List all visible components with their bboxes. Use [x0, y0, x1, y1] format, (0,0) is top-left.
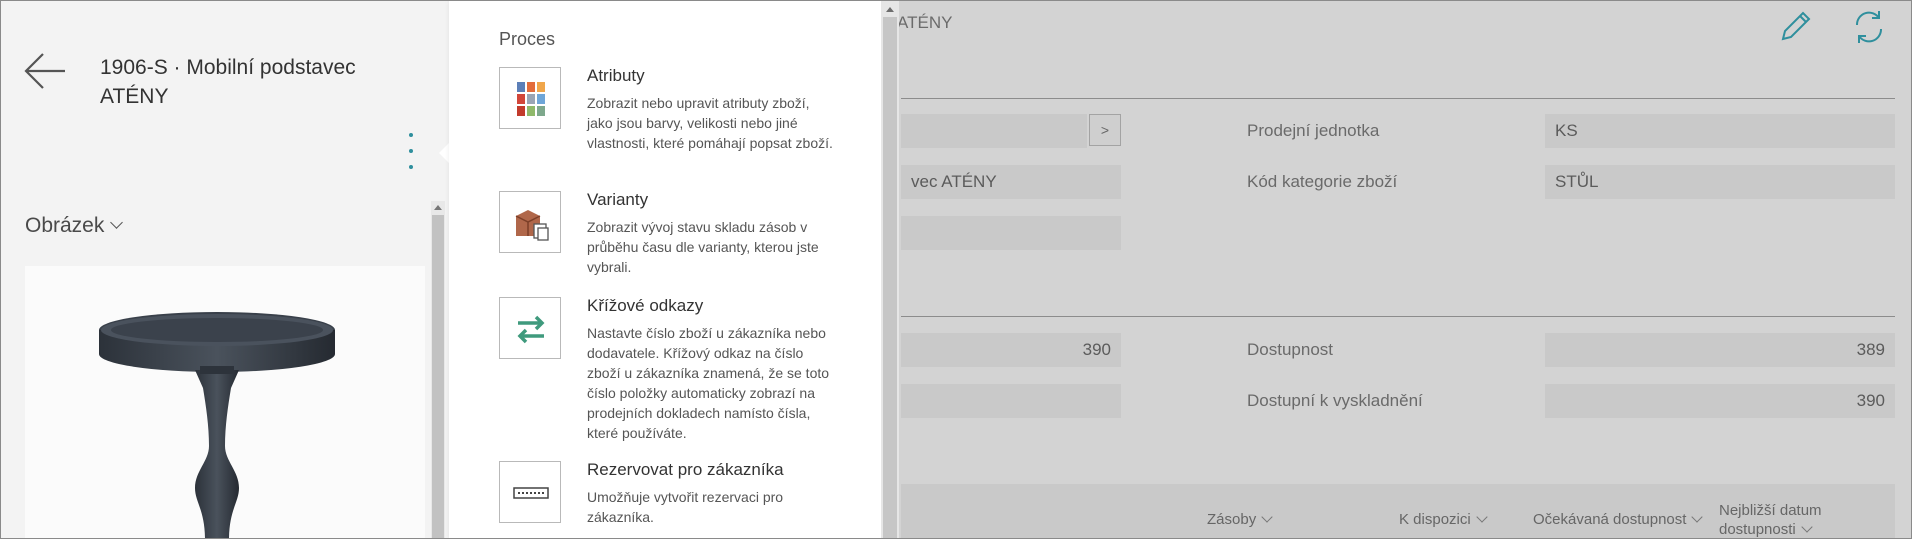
item-number-lookup-button[interactable]: >	[1089, 114, 1121, 146]
menu-item-label: Křížové odkazy	[587, 296, 704, 315]
side-table-image	[99, 312, 335, 538]
reserve-chain-icon	[499, 461, 561, 523]
pane-scrollbar[interactable]	[431, 201, 445, 538]
menu-item-description: Zobrazit vývoj stavu skladu zásob v průb…	[587, 219, 819, 275]
picture-section-header[interactable]: Obrázek	[25, 214, 124, 238]
item-picture	[25, 266, 425, 538]
quantity-field[interactable]: 390	[901, 333, 1121, 367]
description-field[interactable]: vec ATÉNY	[901, 165, 1121, 199]
column-label: Zásoby	[1207, 511, 1257, 528]
chevron-down-icon	[110, 216, 124, 229]
category-field[interactable]: STŮL	[1545, 165, 1895, 199]
column-header-expected[interactable]: Očekávaná dostupnost	[1533, 511, 1704, 528]
section-divider-2	[901, 316, 1895, 317]
extra-field[interactable]	[901, 216, 1121, 250]
menu-item-label: Atributy	[587, 66, 645, 85]
chevron-down-icon	[1691, 511, 1704, 523]
column-header-available[interactable]: K dispozici	[1399, 511, 1488, 528]
availability-label: Dostupnost	[1247, 340, 1333, 359]
unit-field[interactable]: KS	[1545, 114, 1895, 148]
section-label: Obrázek	[25, 214, 105, 237]
detail-pane: 1906-S · Mobilní podstavec ATÉNY Obrázek	[1, 1, 449, 538]
flyout-pointer	[439, 143, 449, 163]
availability-field[interactable]: 389	[1545, 333, 1895, 367]
chevron-down-icon	[1261, 511, 1273, 523]
menu-item-label: Rezervovat pro zákazníka	[587, 460, 784, 479]
item-title: 1906-S · Mobilní podstavec ATÉNY	[100, 56, 356, 108]
chevron-down-icon	[1476, 511, 1488, 523]
column-label: Očekávaná dostupnost	[1533, 511, 1687, 528]
section-divider	[901, 98, 1895, 99]
menu-group-title: Proces	[499, 29, 556, 49]
edit-pencil-icon[interactable]	[1775, 7, 1815, 47]
menu-item-description: Zobrazit nebo upravit atributy zboží, ja…	[587, 95, 833, 151]
menu-scrollbar[interactable]	[881, 1, 899, 538]
column-label: Nejbližší datum	[1719, 502, 1822, 519]
menu-item-description: Umožňuje vytvořit rezervaci pro zákazník…	[587, 489, 784, 525]
menu-item-label: Varianty	[587, 190, 649, 209]
pickable-label: Dostupní k vyskladnění	[1247, 391, 1423, 410]
cross-reference-arrows-icon	[499, 297, 561, 359]
item-number-field[interactable]	[901, 114, 1087, 148]
window-frame: C ATÉNY > Prodejní jednotka KS vec ATÉNY…	[0, 0, 1912, 539]
column-label: K dispozici	[1399, 511, 1471, 528]
pickable-field[interactable]: 390	[1545, 384, 1895, 418]
menu-item-description: Nastavte číslo zboží u zákazníka nebo do…	[587, 325, 830, 441]
refresh-icon[interactable]	[1849, 7, 1889, 47]
more-actions-icon[interactable]	[407, 133, 415, 177]
chevron-down-icon	[1801, 521, 1813, 533]
quantity-field-2[interactable]	[901, 384, 1121, 418]
unit-label: Prodejní jednotka	[1247, 121, 1380, 140]
actions-flyout: Proces Atributy Zobrazit nebo upravit at…	[449, 1, 881, 538]
category-label: Kód kategorie zboží	[1247, 172, 1398, 191]
column-header-earliest-date[interactable]: Nejbližší datum dostupnosti	[1719, 501, 1822, 538]
column-label: dostupnosti	[1719, 521, 1796, 538]
back-arrow-icon[interactable]	[23, 51, 67, 91]
column-header-inventory[interactable]: Zásoby	[1207, 511, 1273, 528]
variants-box-icon	[499, 191, 561, 253]
attributes-grid-icon	[499, 67, 561, 129]
